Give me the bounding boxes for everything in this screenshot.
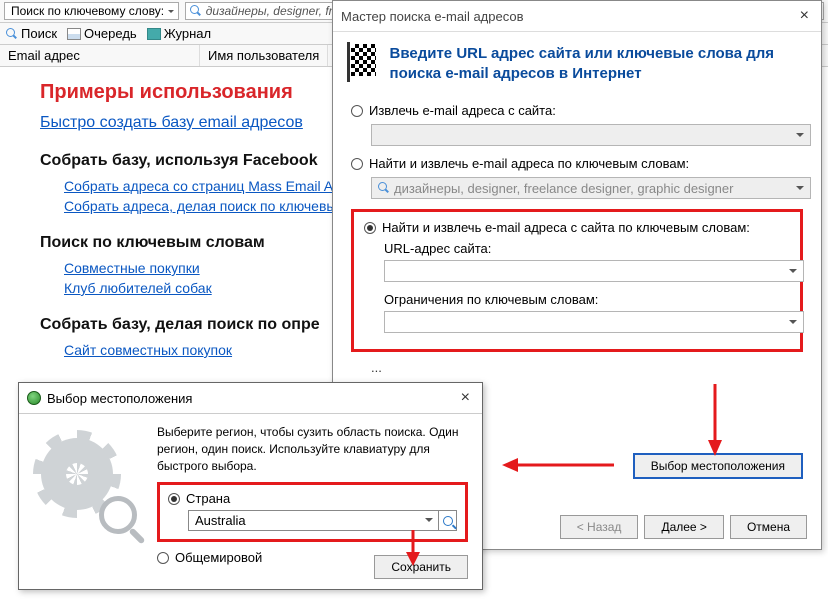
location-title-text: Выбор местоположения [47,391,192,406]
journal-icon [147,28,161,40]
location-description: Выберите регион, чтобы сузить область по… [157,424,468,474]
keywords-combo[interactable]: дизайнеры, designer, freelance designer,… [371,177,811,199]
search-icon [378,182,390,194]
close-icon[interactable]: × [796,7,813,25]
tab-label: Поиск [21,26,57,41]
site-url-combo[interactable] [371,124,811,146]
radio-icon-checked [168,493,180,505]
wizard-header: Введите URL адрес сайта или ключевые сло… [333,32,821,93]
wizard-buttons: < Назад Далее > Отмена [560,515,807,539]
back-button[interactable]: < Назад [560,515,639,539]
site-url-input[interactable] [384,260,804,282]
radio-label: Общемировой [175,550,262,565]
radio-icon [157,552,169,564]
gear-search-illustration [33,430,143,540]
location-ellipsis: ... [371,360,803,375]
search-icon [443,516,453,526]
radio-label: Страна [186,491,230,506]
chevron-down-icon [789,269,797,277]
highlight-box-main: Найти и извлечь e-mail адреса с сайта по… [351,209,803,352]
cancel-button[interactable]: Отмена [730,515,807,539]
tab-search[interactable]: Поиск [6,26,57,41]
restrict-sublabel: Ограничения по ключевым словам: [384,292,790,307]
location-dialog: Выбор местоположения × Выберите регион, … [18,382,483,590]
radio-icon [351,105,363,117]
choose-location-button[interactable]: Выбор местоположения [633,453,803,479]
search-mode-dropdown[interactable]: Поиск по ключевому слову: [4,2,179,20]
url-sublabel: URL-адрес сайта: [384,241,790,256]
tab-queue[interactable]: Очередь [67,26,137,41]
col-username[interactable]: Имя пользователя [200,45,328,66]
radio-label: Найти и извлечь e-mail адреса с сайта по… [382,220,750,235]
col-email[interactable]: Email адрес [0,45,200,66]
save-button[interactable]: Сохранить [374,555,468,579]
country-value: Australia [195,513,246,528]
chevron-down-icon [796,133,804,141]
radio-find-by-keywords[interactable]: Найти и извлечь e-mail адреса по ключевы… [351,156,803,171]
close-icon[interactable]: × [457,389,474,407]
wizard-titlebar: Мастер поиска e-mail адресов × [333,1,821,32]
chevron-down-icon [789,320,797,328]
combo-placeholder: дизайнеры, designer, freelance designer,… [394,181,733,196]
tab-label: Журнал [164,26,211,41]
queue-icon [67,28,81,40]
tab-journal[interactable]: Журнал [147,26,211,41]
radio-icon-checked [364,222,376,234]
radio-extract-site[interactable]: Извлечь e-mail адреса с сайта: [351,103,803,118]
chevron-down-icon [425,518,433,526]
search-icon [190,5,202,17]
globe-icon [27,391,41,405]
country-select[interactable]: Australia [188,510,439,531]
checkered-flag-icon [351,44,376,76]
radio-label: Найти и извлечь e-mail адреса по ключевы… [369,156,689,171]
chevron-down-icon [796,186,804,194]
tab-label: Очередь [84,26,137,41]
restrict-keywords-input[interactable] [384,311,804,333]
radio-label: Извлечь e-mail адреса с сайта: [369,103,556,118]
radio-site-plus-keywords[interactable]: Найти и извлечь e-mail адреса с сайта по… [364,220,790,235]
wizard-title-text: Мастер поиска e-mail адресов [341,9,524,24]
next-button[interactable]: Далее > [644,515,724,539]
country-picker-button[interactable] [439,510,457,531]
highlight-box-country: Страна Australia [157,482,468,542]
location-titlebar: Выбор местоположения × [19,383,482,414]
search-icon [6,28,18,40]
country-select-row: Australia [188,510,457,531]
radio-icon [351,158,363,170]
wizard-heading: Введите URL адрес сайта или ключевые сло… [390,44,803,83]
radio-country[interactable]: Страна [168,491,457,506]
wizard-body: Извлечь e-mail адреса с сайта: Найти и и… [333,93,821,379]
